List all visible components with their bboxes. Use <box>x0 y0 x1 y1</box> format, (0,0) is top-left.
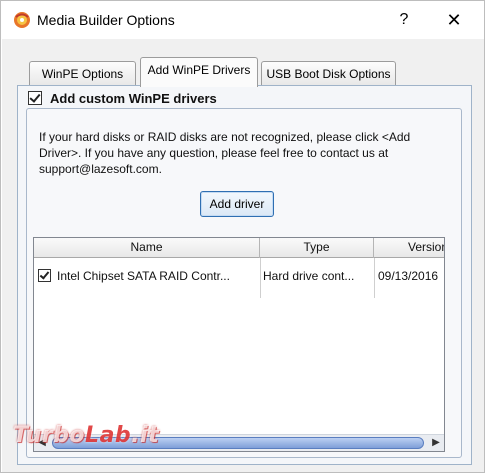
tab-add-winpe-drivers[interactable]: Add WinPE Drivers <box>140 57 258 87</box>
watermark-accent: Lab <box>85 423 132 448</box>
watermark-suffix: .it <box>131 423 160 448</box>
tab-panel-add-winpe-drivers: Add custom WinPE drivers If your hard di… <box>17 85 472 465</box>
tab-winpe-options[interactable]: WinPE Options <box>29 61 136 87</box>
column-header-name[interactable]: Name <box>34 238 260 258</box>
close-icon: ✕ <box>446 10 462 30</box>
drivers-table: Name Type Versior Intel Chipset SATA RAI… <box>33 237 445 452</box>
watermark-main: Turbo <box>13 423 86 448</box>
drivers-groupbox: If your hard disks or RAID disks are not… <box>26 108 462 458</box>
close-button[interactable]: ✕ <box>439 5 469 35</box>
table-row[interactable]: Intel Chipset SATA RAID Contr... Hard dr… <box>34 262 444 290</box>
driver-type-cell: Hard drive cont... <box>263 269 355 283</box>
driver-version-cell: 09/13/2016 <box>378 269 439 283</box>
table-header: Name Type Versior <box>34 238 444 258</box>
app-icon <box>13 11 31 29</box>
dialog-body: WinPE Options Add WinPE Drivers USB Boot… <box>2 39 484 472</box>
info-text: If your hard disks or RAID disks are not… <box>39 130 411 176</box>
window-title: Media Builder Options <box>37 12 175 28</box>
help-button[interactable]: ? <box>389 5 419 35</box>
tab-usb-boot-disk-options[interactable]: USB Boot Disk Options <box>261 61 396 87</box>
column-header-version[interactable]: Versior <box>374 238 444 258</box>
add-driver-button[interactable]: Add driver <box>200 191 274 217</box>
scroll-right-arrow-icon[interactable]: ▶ <box>428 435 444 451</box>
media-builder-options-window: Media Builder Options ? ✕ WinPE Options … <box>0 0 485 473</box>
add-custom-drivers-label: Add custom WinPE drivers <box>50 91 217 106</box>
driver-row-checkbox[interactable] <box>38 269 51 282</box>
title-bar: Media Builder Options ? ✕ <box>1 1 484 39</box>
column-header-type[interactable]: Type <box>260 238 374 258</box>
driver-name-cell: Intel Chipset SATA RAID Contr... <box>57 269 230 283</box>
add-custom-drivers-checkbox[interactable] <box>28 91 42 105</box>
turbolab-watermark: TurboLab.it <box>13 423 159 448</box>
